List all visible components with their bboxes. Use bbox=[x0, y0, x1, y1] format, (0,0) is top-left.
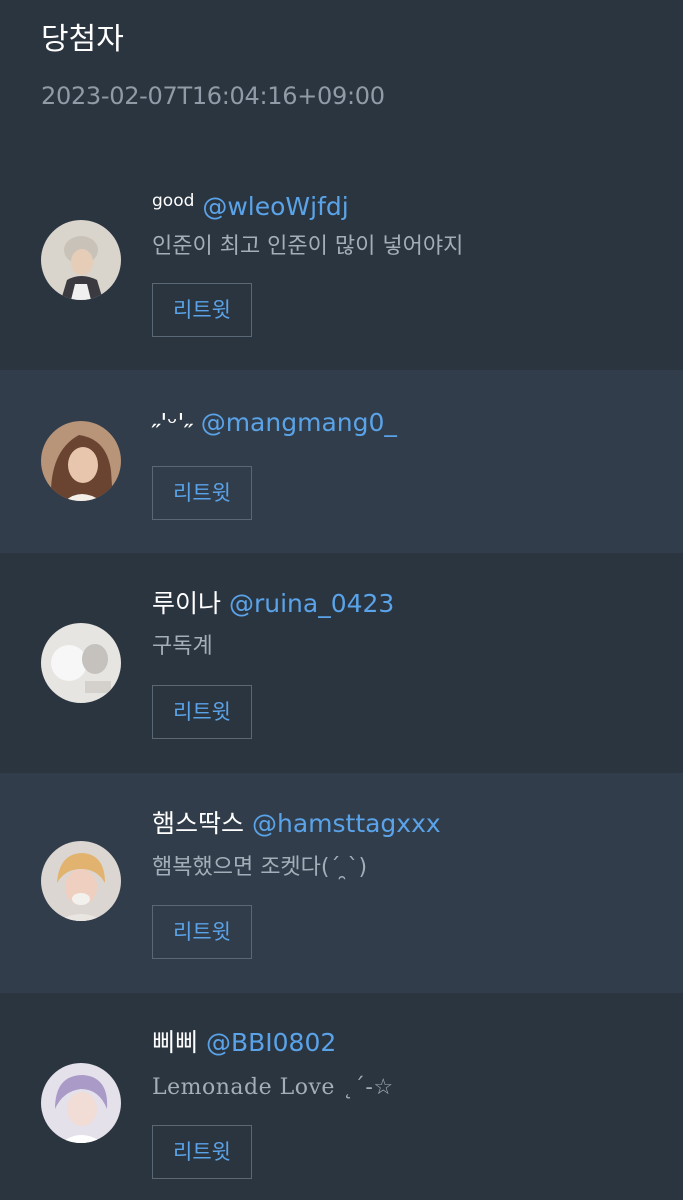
retweet-button[interactable]: 리트윗 bbox=[152, 685, 252, 739]
winner-nickname: ˶'ᵕ'˶ bbox=[152, 408, 193, 437]
avatar[interactable] bbox=[41, 1063, 121, 1143]
winner-nickname: 삐삐 bbox=[152, 1028, 199, 1057]
winner-comment: Lemonade Love ˛´-☆ bbox=[152, 1075, 394, 1100]
winner-handle[interactable]: @BBI0802 bbox=[206, 1028, 336, 1057]
winner-entry: 루이나 @ruina_0423 구독계 리트윗 bbox=[0, 553, 683, 773]
winner-handle[interactable]: @wleoWjfdj bbox=[202, 192, 348, 221]
page-title: 당첨자 bbox=[41, 22, 124, 57]
avatar[interactable] bbox=[41, 421, 121, 501]
winner-name-line: ˶'ᵕ'˶ @mangmang0_ bbox=[152, 406, 397, 440]
avatar[interactable] bbox=[41, 220, 121, 300]
retweet-button[interactable]: 리트윗 bbox=[152, 905, 252, 959]
winner-handle[interactable]: @ruina_0423 bbox=[229, 589, 394, 618]
winner-entry: 햄스딱스 @hamsttagxxx 햄복했으면 조켓다(ˊ ̯ˋ) 리트윗 bbox=[0, 773, 683, 993]
retweet-button[interactable]: 리트윗 bbox=[152, 466, 252, 520]
avatar-photo-blond bbox=[41, 841, 121, 921]
retweet-button[interactable]: 리트윗 bbox=[152, 1125, 252, 1179]
winner-nickname: 햄스딱스 bbox=[152, 809, 245, 838]
draw-timestamp: 2023-02-07T16:04:16+09:00 bbox=[41, 82, 385, 110]
winner-name-line: 루이나 @ruina_0423 bbox=[152, 587, 394, 621]
retweet-button[interactable]: 리트윗 bbox=[152, 283, 252, 337]
winner-nickname: good bbox=[152, 191, 195, 211]
winner-comment: 인준이 최고 인준이 많이 넣어야지 bbox=[152, 234, 464, 259]
winner-handle[interactable]: @hamsttagxxx bbox=[252, 809, 441, 838]
winner-comment: 햄복했으면 조켓다(ˊ ̯ˋ) bbox=[152, 855, 368, 880]
avatar-photo-bright bbox=[41, 623, 121, 703]
winner-entry: good @wleoWjfdj 인준이 최고 인준이 많이 넣어야지 리트윗 bbox=[0, 150, 683, 370]
winner-name-line: good @wleoWjfdj bbox=[152, 184, 349, 224]
winner-entry: ˶'ᵕ'˶ @mangmang0_ 리트윗 bbox=[0, 370, 683, 553]
winner-comment: 구독계 bbox=[152, 634, 213, 659]
avatar-photo-lavender bbox=[41, 1063, 121, 1143]
winner-name-line: 햄스딱스 @hamsttagxxx bbox=[152, 807, 441, 841]
avatar[interactable] bbox=[41, 623, 121, 703]
winner-handle[interactable]: @mangmang0_ bbox=[201, 408, 397, 437]
avatar-photo-beanie bbox=[41, 220, 121, 300]
avatar-photo-long-hair bbox=[41, 421, 121, 501]
winner-nickname: 루이나 bbox=[152, 589, 222, 618]
avatar[interactable] bbox=[41, 841, 121, 921]
winner-name-line: 삐삐 @BBI0802 bbox=[152, 1026, 336, 1060]
winner-entry: 삐삐 @BBI0802 Lemonade Love ˛´-☆ 리트윗 bbox=[0, 993, 683, 1200]
